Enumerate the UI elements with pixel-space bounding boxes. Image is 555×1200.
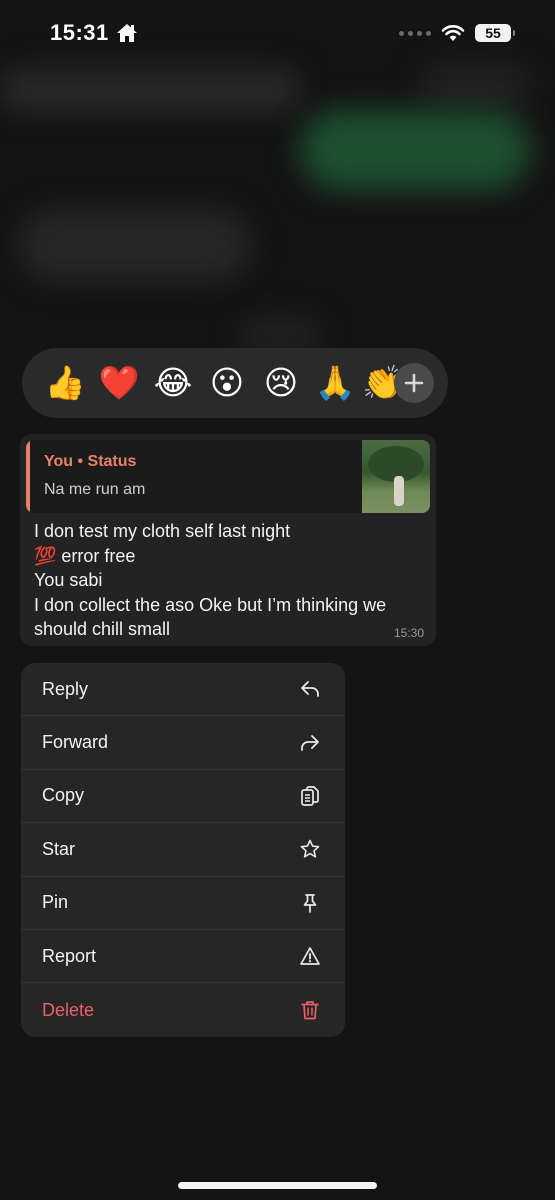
menu-item-reply[interactable]: Reply — [21, 663, 345, 717]
menu-item-copy[interactable]: Copy — [21, 770, 345, 824]
home-indicator[interactable] — [178, 1182, 377, 1189]
blurred-header — [0, 70, 300, 110]
home-icon — [116, 24, 137, 42]
menu-item-forward[interactable]: Forward — [21, 716, 345, 770]
reply-icon — [301, 681, 319, 698]
blurred-header-actions — [420, 65, 530, 105]
forward-icon — [301, 734, 319, 751]
quoted-status[interactable]: You • Status Na me run am — [26, 440, 430, 513]
message-timestamp: 15:30 — [393, 626, 424, 640]
blurred-sent-message — [300, 110, 530, 190]
selected-message-bubble[interactable]: You • Status Na me run am I don test my … — [20, 434, 436, 646]
menu-item-pin[interactable]: Pin — [21, 877, 345, 930]
reaction-thumbs-up[interactable]: 👍 — [38, 348, 92, 418]
menu-item-label: Delete — [42, 999, 95, 1020]
message-line: You sabi — [34, 570, 103, 590]
warning-icon — [300, 947, 320, 965]
star-icon — [300, 840, 320, 858]
trash-icon — [301, 1001, 319, 1020]
reaction-laughing[interactable]: 😂 — [146, 348, 200, 418]
reaction-crying[interactable]: 😢 — [254, 348, 308, 418]
add-reaction-button[interactable] — [394, 363, 434, 403]
pin-icon — [303, 893, 317, 913]
status-bar: 15:31 55 — [0, 0, 555, 66]
menu-item-delete[interactable]: Delete — [21, 983, 345, 1036]
wifi-icon — [441, 25, 465, 41]
battery-indicator: 55 — [475, 24, 515, 42]
cellular-signal-icon — [399, 30, 431, 36]
message-line: 💯 error free — [34, 545, 136, 566]
blurred-date-chip — [240, 320, 320, 350]
menu-item-label: Report — [42, 945, 97, 966]
menu-item-star[interactable]: Star — [21, 823, 345, 877]
menu-item-label: Reply — [42, 678, 89, 699]
blurred-received-message — [20, 210, 250, 280]
plus-icon — [404, 373, 424, 393]
message-text: I don test my cloth self last night 💯 er… — [26, 513, 430, 642]
battery-level: 55 — [485, 25, 501, 41]
menu-item-label: Pin — [42, 892, 69, 913]
status-thumbnail — [362, 440, 430, 513]
reaction-heart[interactable]: ❤️ — [92, 348, 146, 418]
reaction-surprised[interactable]: 😮 — [200, 348, 254, 418]
status-time: 15:31 — [50, 20, 109, 45]
menu-item-label: Copy — [42, 785, 85, 806]
menu-item-report[interactable]: Report — [21, 930, 345, 984]
menu-item-label: Forward — [42, 732, 109, 753]
copy-icon — [301, 786, 319, 806]
menu-item-label: Star — [42, 838, 76, 859]
reaction-bar: 👍 ❤️ 😂 😮 😢 🙏 👏 — [22, 348, 448, 418]
message-line: I don collect the aso Oke but I’m thinki… — [34, 594, 387, 640]
message-line: I don test my cloth self last night — [34, 521, 291, 541]
reaction-praying[interactable]: 🙏 — [308, 348, 362, 418]
message-context-menu: Reply Forward Copy Star Pin Report Delet… — [21, 663, 345, 1037]
quote-title: You • Status — [44, 453, 137, 470]
quote-body: Na me run am — [44, 481, 146, 498]
